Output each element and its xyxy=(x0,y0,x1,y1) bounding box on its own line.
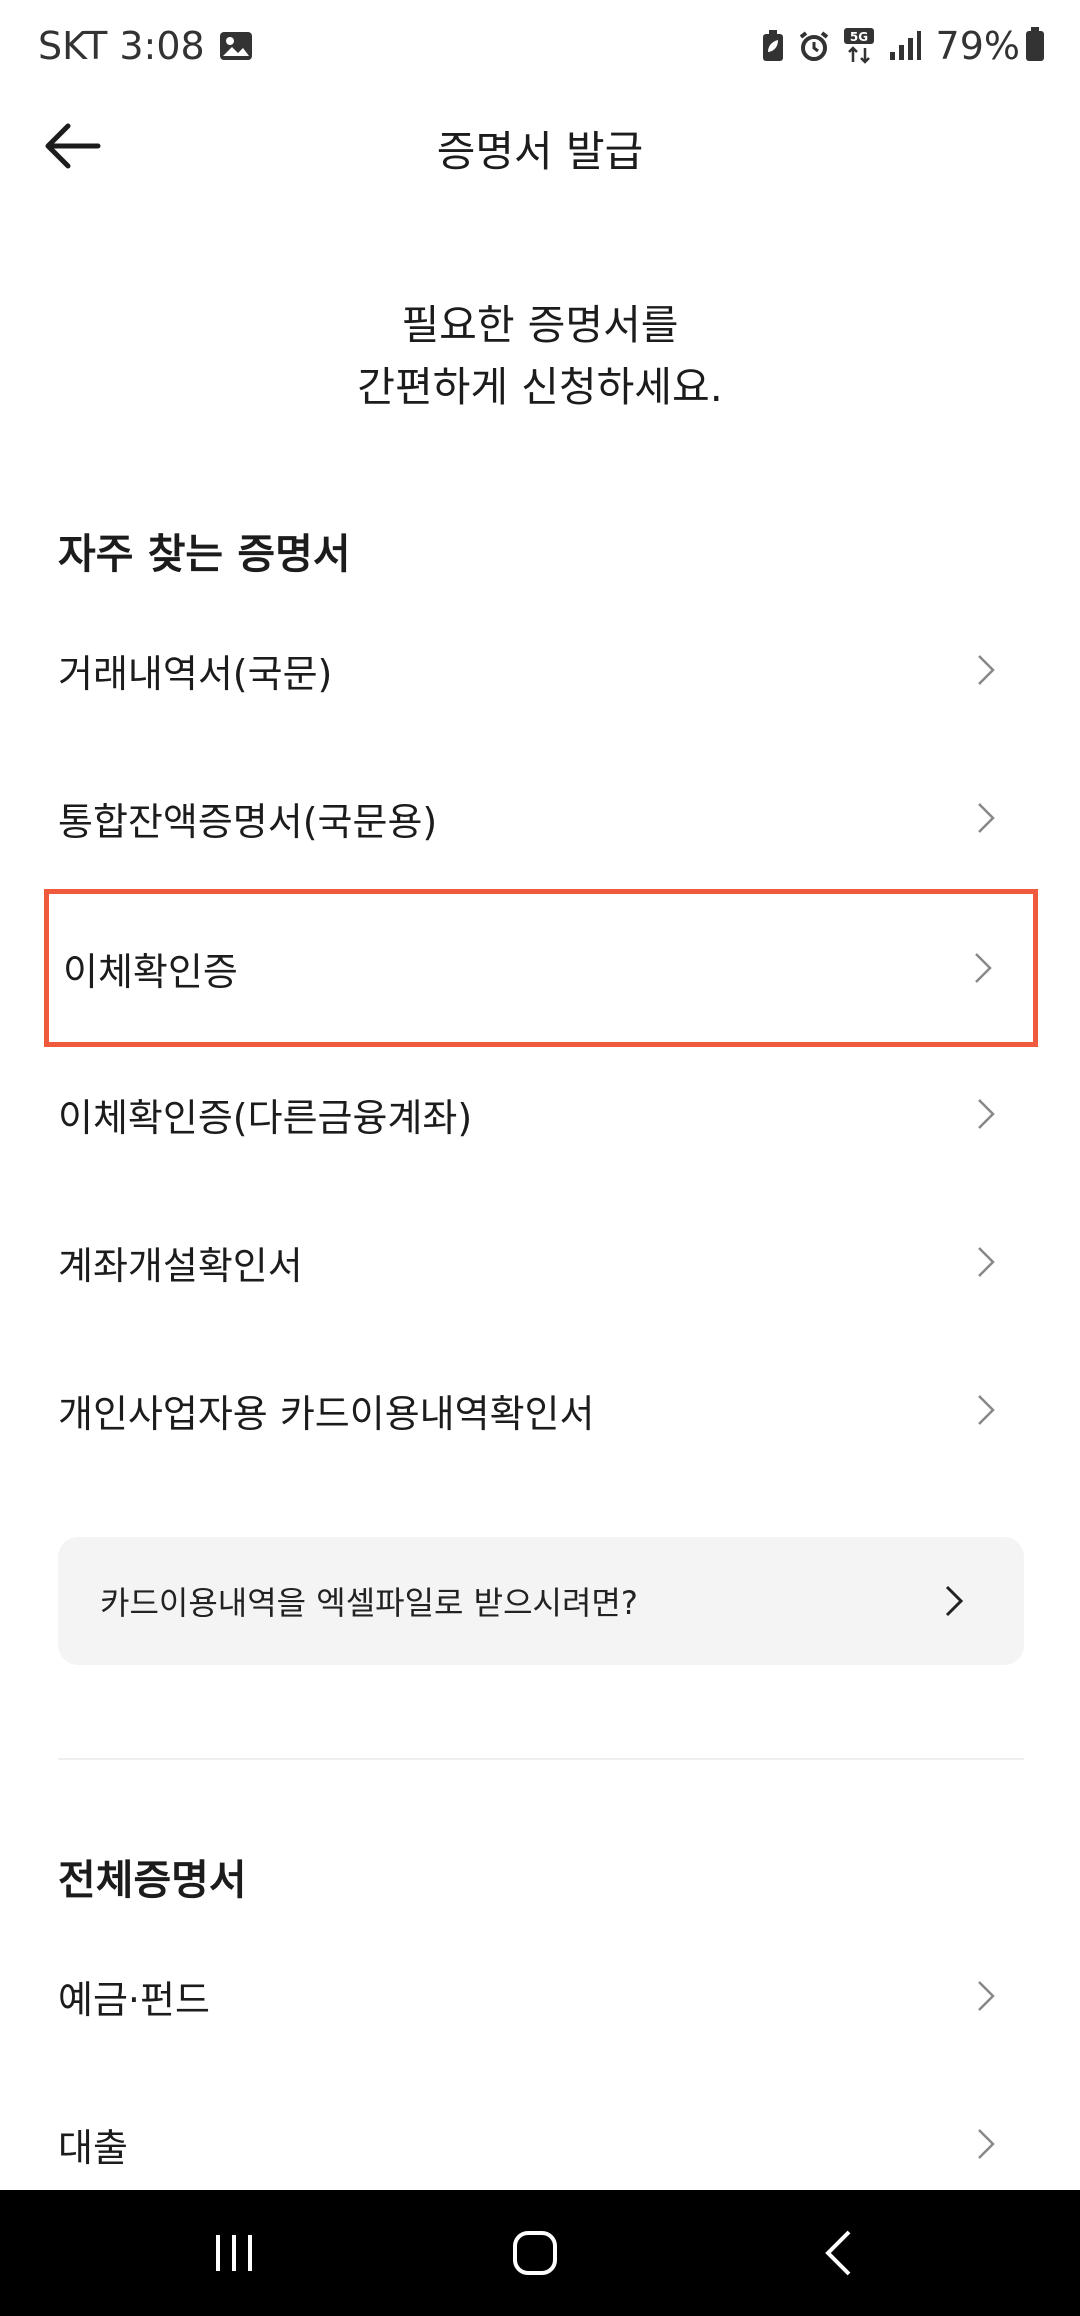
banner-label: 카드이용내역을 엑셀파일로 받으시려면? xyxy=(100,1584,638,1622)
list-item-transfer-confirmation-other[interactable]: 이체확인증(다른금융계좌) xyxy=(44,1040,1036,1188)
home-icon xyxy=(513,2231,557,2275)
svg-text:5G: 5G xyxy=(849,30,867,44)
list-item-label: 통합잔액증명서(국문용) xyxy=(58,799,438,844)
chevron-right-icon xyxy=(963,948,1003,988)
chevron-right-icon xyxy=(966,1242,1006,1282)
list-item-label: 예금·펀드 xyxy=(58,1977,210,2022)
status-right: 5G 79% xyxy=(762,24,1044,68)
cell-signal-icon xyxy=(889,31,921,60)
section-title-frequent: 자주 찾는 증명서 xyxy=(58,530,351,578)
carrier-time: SKT 3:08 xyxy=(38,24,205,68)
page-title: 증명서 발급 xyxy=(436,127,644,176)
list-item-label: 이체확인증(다른금융계좌) xyxy=(58,1095,473,1140)
list-item-transaction-history[interactable]: 거래내역서(국문) xyxy=(44,596,1036,744)
recent-apps-button[interactable] xyxy=(184,2218,284,2288)
gallery-icon xyxy=(219,32,252,60)
status-bar: SKT 3:08 5G 79% xyxy=(0,0,1080,100)
chevron-right-icon xyxy=(966,1094,1006,1134)
intro-line-1: 필요한 증명서를 xyxy=(401,301,679,349)
chevron-right-icon xyxy=(966,1976,1006,2016)
list-item-label: 대출 xyxy=(58,2125,128,2170)
chevron-right-icon xyxy=(966,798,1006,838)
battery-percent: 79% xyxy=(935,24,1020,68)
intro-line-2: 간편하게 신청하세요. xyxy=(357,363,723,411)
recent-apps-icon xyxy=(216,2235,252,2271)
list-item-account-opening[interactable]: 계좌개설확인서 xyxy=(44,1188,1036,1336)
list-item-card-usage-business[interactable]: 개인사업자용 카드이용내역확인서 xyxy=(44,1336,1036,1484)
chevron-right-icon xyxy=(934,1581,974,1621)
status-left: SKT 3:08 xyxy=(38,24,253,68)
excel-download-banner[interactable]: 카드이용내역을 엑셀파일로 받으시려면? xyxy=(58,1537,1024,1665)
list-item-label: 개인사업자용 카드이용내역확인서 xyxy=(58,1391,595,1436)
chevron-left-icon xyxy=(825,2230,851,2276)
5g-signal-icon: 5G xyxy=(843,28,874,64)
home-button[interactable] xyxy=(485,2218,585,2288)
system-nav-bar xyxy=(0,2190,1080,2316)
battery-icon xyxy=(1026,27,1044,61)
app-bar: 증명서 발급 xyxy=(0,100,1080,192)
intro-text: 필요한 증명서를 간편하게 신청하세요. xyxy=(0,294,1080,418)
section-divider xyxy=(58,1758,1024,1760)
list-item-label: 거래내역서(국문) xyxy=(58,651,333,696)
list-item-label: 계좌개설확인서 xyxy=(58,1243,303,1288)
list-item-transfer-confirmation[interactable]: 이체확인증 xyxy=(44,889,1038,1047)
list-item-balance-certificate[interactable]: 통합잔액증명서(국문용) xyxy=(44,744,1036,892)
section-title-all: 전체증명서 xyxy=(58,1856,247,1904)
list-item-label: 이체확인증 xyxy=(63,949,238,994)
chevron-right-icon xyxy=(966,650,1006,690)
battery-saver-icon xyxy=(762,30,783,61)
list-item-deposit-fund[interactable]: 예금·펀드 xyxy=(44,1922,1036,2070)
chevron-right-icon xyxy=(966,1390,1006,1430)
back-nav-button[interactable] xyxy=(788,2218,888,2288)
chevron-right-icon xyxy=(966,2124,1006,2164)
alarm-icon xyxy=(799,31,828,61)
